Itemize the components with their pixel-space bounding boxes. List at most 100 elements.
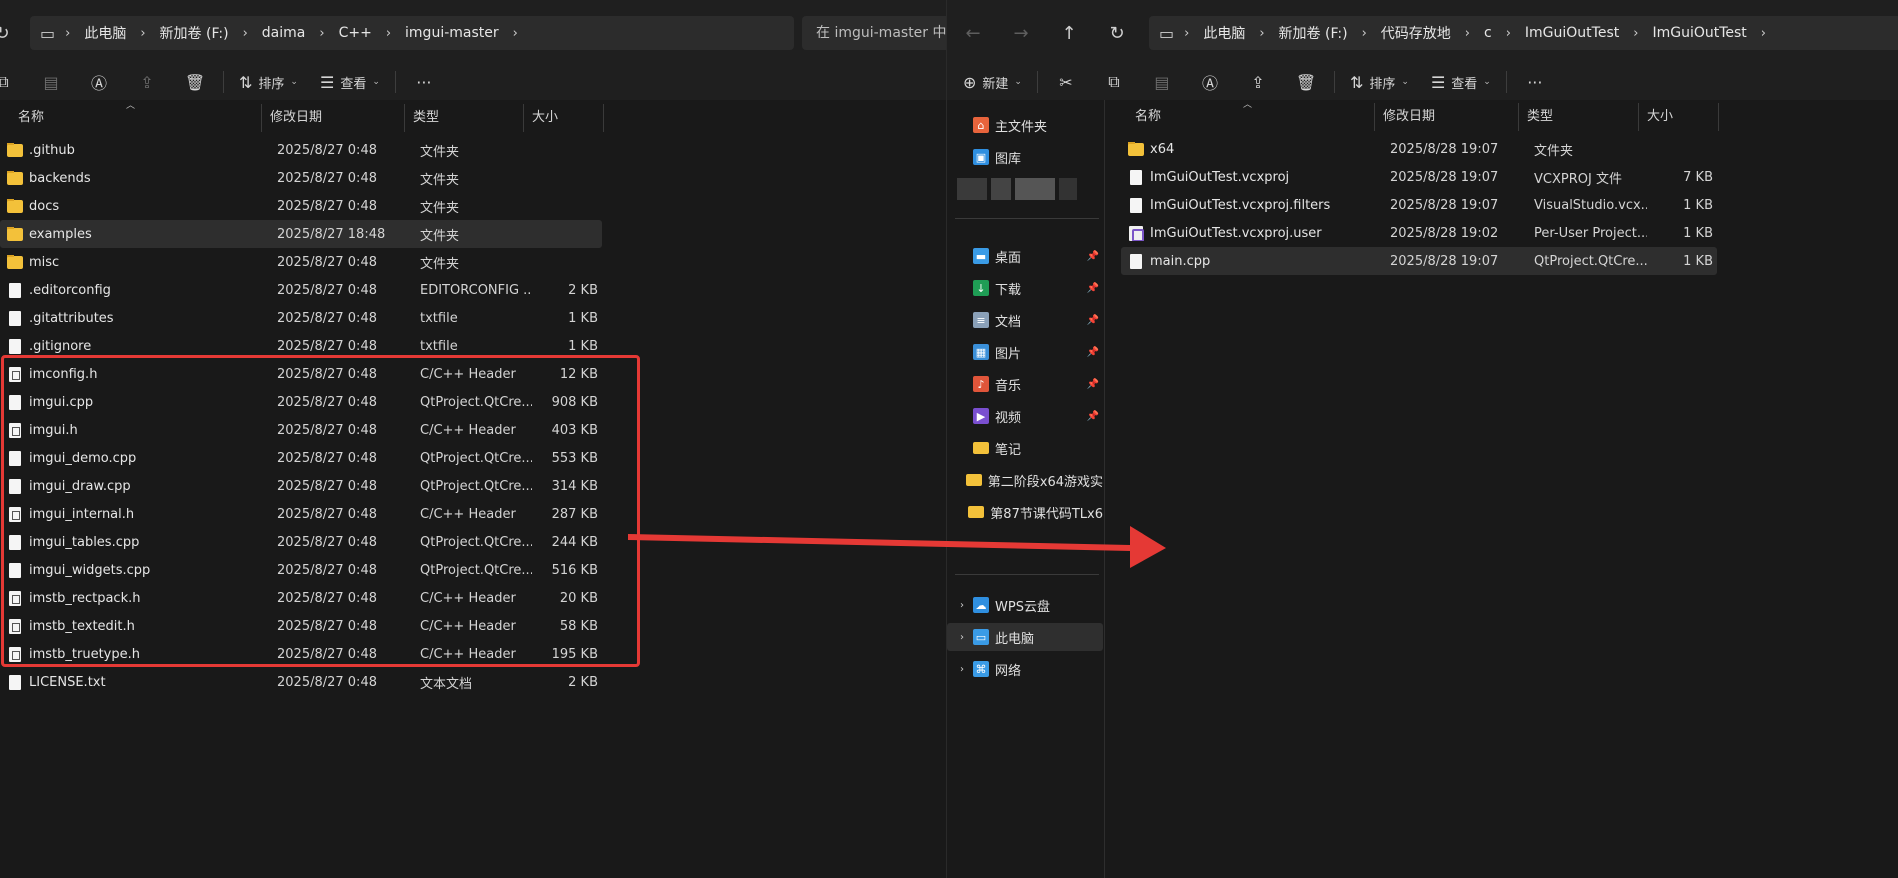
nav-item[interactable]: ▬ 桌面 📌	[947, 242, 1103, 270]
file-row[interactable]: ImGuiOutTest.vcxproj.filters 2025/8/28 19…	[1121, 191, 1717, 219]
column-header-type[interactable]: 类型	[405, 104, 524, 132]
file-row[interactable]: docs 2025/8/27 0:48 文件夹	[0, 192, 602, 220]
nav-item[interactable]: › ☁ WPS云盘	[947, 591, 1103, 619]
nav-item[interactable]: 笔记	[947, 434, 1103, 462]
chevron-right-icon[interactable]: ›	[509, 26, 522, 41]
chevron-right-icon[interactable]: ›	[239, 26, 252, 41]
file-row[interactable]: x64 2025/8/28 19:07 文件夹	[1121, 135, 1717, 163]
breadcrumb-item[interactable]: c	[1474, 25, 1502, 41]
breadcrumb-item[interactable]: 此电脑	[1193, 23, 1255, 43]
file-name-cell[interactable]: ImGuiOutTest.vcxproj.filters	[1121, 197, 1383, 213]
breadcrumb-item[interactable]: 新加卷 (F:)	[1269, 23, 1358, 43]
forward-icon[interactable]: →	[1005, 17, 1037, 49]
pin-icon[interactable]: 📌	[1087, 251, 1099, 262]
chevron-right-icon[interactable]: ›	[951, 664, 973, 675]
view-button[interactable]: ☰ 查看 ⌄	[316, 66, 384, 98]
address-bar[interactable]: ▭ › 此电脑 › 新加卷 (F:) › daima › C++ › imgui…	[30, 16, 794, 50]
chevron-right-icon[interactable]: ›	[136, 26, 149, 41]
breadcrumb-item[interactable]: ImGuiOutTest	[1642, 25, 1756, 41]
file-name-cell[interactable]: x64	[1121, 141, 1383, 157]
file-name-cell[interactable]: examples	[0, 226, 270, 242]
search-input[interactable]: 在 imgui-master 中搜	[802, 16, 946, 50]
breadcrumb-item[interactable]: C++	[329, 25, 382, 41]
nav-item[interactable]: ⌂ 主文件夹	[947, 111, 1103, 139]
address-bar[interactable]: ▭ › 此电脑 › 新加卷 (F:) › 代码存放地 › c › ImGuiOu…	[1149, 16, 1898, 50]
more-options-button[interactable]: ···	[407, 66, 441, 98]
file-row[interactable]: imstb_truetype.h 2025/8/27 0:48 C/C++ Head…	[0, 640, 602, 668]
file-name-cell[interactable]: .github	[0, 142, 270, 158]
breadcrumb-item[interactable]: 此电脑	[74, 23, 136, 43]
chevron-right-icon[interactable]: ›	[1358, 26, 1371, 41]
file-row[interactable]: imgui_widgets.cpp 2025/8/27 0:48 QtProject…	[0, 556, 602, 584]
file-row[interactable]: .gitignore 2025/8/27 0:48 txtfile 1 KB	[0, 332, 602, 360]
chevron-right-icon[interactable]: ›	[315, 26, 328, 41]
column-header-type[interactable]: 类型	[1519, 103, 1639, 131]
file-name-cell[interactable]: imstb_rectpack.h	[0, 590, 270, 606]
breadcrumb-item[interactable]: ImGuiOutTest	[1515, 25, 1629, 41]
nav-item[interactable]: ≡ 文档 📌	[947, 306, 1103, 334]
file-name-cell[interactable]: docs	[0, 198, 270, 214]
nav-item[interactable]: › ⌘ 网络	[947, 655, 1103, 683]
refresh-icon[interactable]: ↻	[0, 17, 18, 49]
chevron-right-icon[interactable]: ›	[951, 632, 973, 643]
pin-icon[interactable]: 📌	[1087, 315, 1099, 326]
file-row[interactable]: .gitattributes 2025/8/27 0:48 txtfile 1 KB	[0, 304, 602, 332]
file-name-cell[interactable]: imgui_internal.h	[0, 506, 270, 522]
file-row[interactable]: backends 2025/8/27 0:48 文件夹	[0, 164, 602, 192]
file-row[interactable]: .editorconfig 2025/8/27 0:48 EDITORCONFIG …	[0, 276, 602, 304]
file-name-cell[interactable]: imgui.h	[0, 422, 270, 438]
chevron-right-icon[interactable]: ›	[1502, 26, 1515, 41]
file-name-cell[interactable]: imstb_textedit.h	[0, 618, 270, 634]
file-name-cell[interactable]: imgui.cpp	[0, 394, 270, 410]
pin-icon[interactable]: 📌	[1087, 283, 1099, 294]
column-header-date[interactable]: 修改日期	[262, 104, 405, 132]
file-name-cell[interactable]: LICENSE.txt	[0, 674, 270, 690]
new-button[interactable]: ⊕ 新建 ⌄	[959, 66, 1026, 98]
column-header-name[interactable]: ︿ 名称	[1121, 100, 1375, 131]
column-header-size[interactable]: 大小	[1639, 103, 1719, 131]
chevron-right-icon[interactable]: ›	[1255, 26, 1268, 41]
file-row[interactable]: examples 2025/8/27 18:48 文件夹	[0, 220, 602, 248]
file-name-cell[interactable]: imconfig.h	[0, 366, 270, 382]
view-button[interactable]: ☰ 查看 ⌄	[1427, 66, 1495, 98]
file-name-cell[interactable]: ImGuiOutTest.vcxproj	[1121, 169, 1383, 185]
file-name-cell[interactable]: misc	[0, 254, 270, 270]
chevron-right-icon[interactable]: ›	[1757, 26, 1770, 41]
file-row[interactable]: LICENSE.txt 2025/8/27 0:48 文本文档 2 KB	[0, 668, 602, 696]
pin-icon[interactable]: 📌	[1087, 379, 1099, 390]
chevron-right-icon[interactable]: ›	[382, 26, 395, 41]
nav-item[interactable]: 第二阶段x64游戏实	[947, 466, 1103, 494]
file-name-cell[interactable]: imgui_draw.cpp	[0, 478, 270, 494]
chevron-right-icon[interactable]: ›	[1180, 26, 1193, 41]
file-row[interactable]: imgui_internal.h 2025/8/27 0:48 C/C++ Head…	[0, 500, 602, 528]
file-name-cell[interactable]: imstb_truetype.h	[0, 646, 270, 662]
file-name-cell[interactable]: .editorconfig	[0, 282, 270, 298]
file-row[interactable]: misc 2025/8/27 0:48 文件夹	[0, 248, 602, 276]
nav-item[interactable]: ♪ 音乐 📌	[947, 370, 1103, 398]
file-name-cell[interactable]: backends	[0, 170, 270, 186]
nav-item[interactable]: › ▭ 此电脑	[947, 623, 1103, 651]
nav-item[interactable]: ↓ 下载 📌	[947, 274, 1103, 302]
pin-icon[interactable]: 📌	[1087, 347, 1099, 358]
file-row[interactable]: imgui.cpp 2025/8/27 0:48 QtProject.QtCre..…	[0, 388, 602, 416]
cut-icon[interactable]: ✂	[1049, 66, 1083, 98]
file-row[interactable]: .github 2025/8/27 0:48 文件夹	[0, 136, 602, 164]
breadcrumb-item[interactable]: 代码存放地	[1371, 23, 1461, 43]
file-name-cell[interactable]: .gitattributes	[0, 310, 270, 326]
breadcrumb-item[interactable]: 新加卷 (F:)	[150, 23, 239, 43]
chevron-right-icon[interactable]: ›	[1461, 26, 1474, 41]
file-row[interactable]: imgui_demo.cpp 2025/8/27 0:48 QtProject.Qt…	[0, 444, 602, 472]
file-row[interactable]: imgui.h 2025/8/27 0:48 C/C++ Header 403 KB	[0, 416, 602, 444]
chevron-right-icon[interactable]: ›	[61, 26, 74, 41]
file-name-cell[interactable]: imgui_demo.cpp	[0, 450, 270, 466]
refresh-icon[interactable]: ↻	[1101, 17, 1133, 49]
file-name-cell[interactable]: main.cpp	[1121, 253, 1383, 269]
file-row[interactable]: ImGuiOutTest.vcxproj.user 2025/8/28 19:02…	[1121, 219, 1717, 247]
file-row[interactable]: main.cpp 2025/8/28 19:07 QtProject.QtCre..…	[1121, 247, 1717, 275]
breadcrumb-item[interactable]: daima	[252, 25, 316, 41]
up-icon[interactable]: ↑	[1053, 17, 1085, 49]
file-row[interactable]: imstb_textedit.h 2025/8/27 0:48 C/C++ Head…	[0, 612, 602, 640]
pin-icon[interactable]: 📌	[1087, 411, 1099, 422]
file-row[interactable]: imgui_tables.cpp 2025/8/27 0:48 QtProject.…	[0, 528, 602, 556]
chevron-right-icon[interactable]: ›	[951, 600, 973, 611]
